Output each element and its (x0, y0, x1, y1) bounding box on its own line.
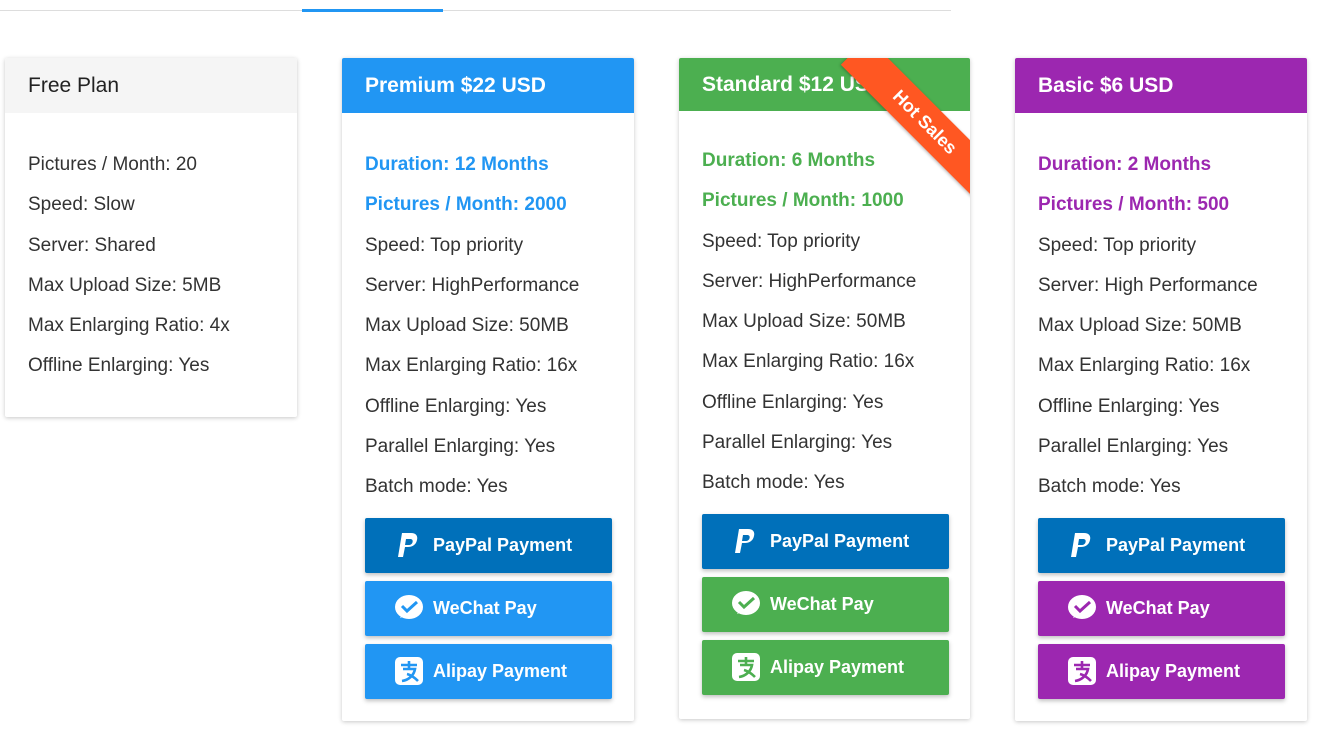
feature-batch: Batch mode: Yes (702, 472, 845, 494)
alipay-payment-button[interactable]: Alipay Payment (365, 643, 612, 699)
wechat-icon (1067, 593, 1097, 623)
free-plan-card: Free Plan Pictures / Month: 20 Speed: Sl… (5, 58, 297, 417)
feature-server: Server: High Performance (1038, 274, 1258, 296)
premium-plan-card: Premium $22 USD Duration: 12 Months Pict… (342, 58, 634, 721)
wechat-icon (394, 593, 424, 623)
feature-upload-size: Max Upload Size: 50MB (1038, 315, 1242, 337)
feature-server: Server: HighPerformance (702, 270, 917, 292)
feature-duration: Duration: 2 Months (1038, 154, 1212, 175)
paypal-payment-button[interactable]: PayPal Payment (1038, 517, 1285, 573)
paypal-payment-button[interactable]: PayPal Payment (702, 513, 949, 569)
alipay-button-label: Alipay Payment (1106, 660, 1241, 681)
paypal-icon (731, 526, 761, 556)
alipay-icon (1067, 656, 1097, 686)
feature-upload-size: Max Upload Size: 5MB (28, 274, 222, 296)
paypal-button-label: PayPal Payment (770, 530, 910, 551)
wechat-icon (731, 589, 761, 619)
wechat-pay-button[interactable]: WeChat Pay (1038, 580, 1285, 636)
wechat-button-label: WeChat Pay (1106, 597, 1210, 618)
wechat-button-label: WeChat Pay (433, 597, 537, 618)
feature-offline: Offline Enlarging: Yes (365, 395, 547, 417)
feature-duration: Duration: 12 Months (365, 154, 549, 175)
feature-batch: Batch mode: Yes (1038, 476, 1181, 498)
alipay-button-label: Alipay Payment (433, 660, 568, 681)
feature-offline: Offline Enlarging: Yes (1038, 395, 1220, 417)
feature-pictures: Pictures / Month: 20 (28, 154, 197, 175)
feature-enlarging-ratio: Max Enlarging Ratio: 4x (28, 315, 230, 337)
wechat-pay-button[interactable]: WeChat Pay (365, 580, 612, 636)
feature-pictures: Pictures / Month: 2000 (365, 194, 567, 216)
alipay-payment-button[interactable]: Alipay Payment (702, 639, 949, 695)
tab-bar-divider (0, 10, 951, 11)
premium-plan-title: Premium $22 USD (342, 58, 634, 113)
paypal-button-label: PayPal Payment (433, 534, 573, 555)
feature-enlarging-ratio: Max Enlarging Ratio: 16x (365, 355, 578, 377)
standard-plan-card: Standard $12 USD Hot Sales Duration: 6 M… (679, 58, 970, 719)
alipay-icon (394, 656, 424, 686)
free-plan-title: Free Plan (5, 58, 297, 113)
paypal-icon (394, 530, 424, 560)
wechat-button-label: WeChat Pay (770, 593, 874, 614)
feature-offline: Offline Enlarging: Yes (702, 391, 884, 413)
paypal-icon (1067, 530, 1097, 560)
feature-parallel: Parallel Enlarging: Yes (365, 436, 556, 458)
basic-plan-title: Basic $6 USD (1015, 58, 1307, 113)
feature-speed: Speed: Top priority (702, 230, 861, 252)
feature-speed: Speed: Top priority (1038, 234, 1197, 256)
alipay-button-label: Alipay Payment (770, 656, 905, 677)
alipay-payment-button[interactable]: Alipay Payment (1038, 643, 1285, 699)
feature-pictures: Pictures / Month: 500 (1038, 194, 1230, 216)
feature-server: Server: Shared (28, 234, 156, 256)
feature-speed: Speed: Slow (28, 194, 135, 216)
alipay-icon (731, 652, 761, 682)
feature-offline: Offline Enlarging: Yes (28, 355, 210, 377)
feature-batch: Batch mode: Yes (365, 476, 508, 498)
feature-upload-size: Max Upload Size: 50MB (702, 311, 906, 333)
feature-server: Server: HighPerformance (365, 274, 580, 296)
active-tab-indicator (302, 9, 443, 12)
feature-enlarging-ratio: Max Enlarging Ratio: 16x (1038, 355, 1251, 377)
paypal-button-label: PayPal Payment (1106, 534, 1246, 555)
feature-upload-size: Max Upload Size: 50MB (365, 315, 569, 337)
wechat-pay-button[interactable]: WeChat Pay (702, 576, 949, 632)
feature-enlarging-ratio: Max Enlarging Ratio: 16x (702, 351, 915, 373)
feature-parallel: Parallel Enlarging: Yes (702, 432, 893, 454)
paypal-payment-button[interactable]: PayPal Payment (365, 517, 612, 573)
feature-pictures: Pictures / Month: 1000 (702, 190, 904, 212)
feature-speed: Speed: Top priority (365, 234, 524, 256)
basic-plan-card: Basic $6 USD Duration: 2 Months Pictures… (1015, 58, 1307, 721)
feature-parallel: Parallel Enlarging: Yes (1038, 436, 1229, 458)
